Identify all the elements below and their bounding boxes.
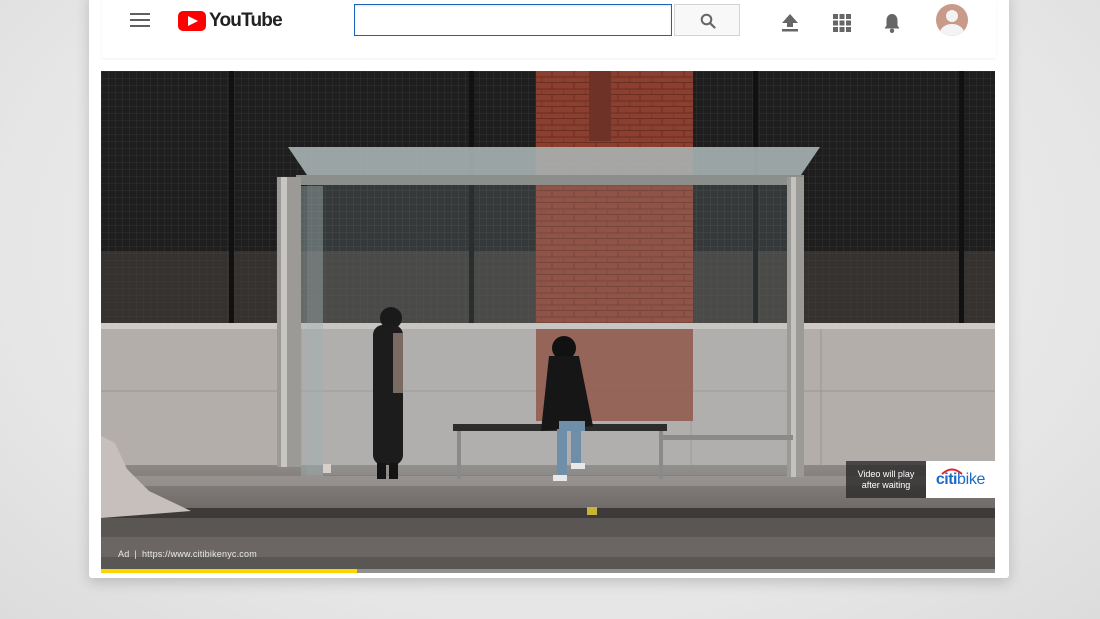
ad-progress-fill — [101, 569, 357, 573]
avatar[interactable] — [936, 4, 968, 36]
youtube-play-icon — [178, 11, 206, 31]
citi-arc-icon — [941, 468, 963, 475]
youtube-logo[interactable]: YouTube — [178, 9, 283, 33]
search-icon — [700, 13, 716, 29]
countdown-line2: after waiting — [861, 479, 911, 490]
search-button[interactable] — [674, 4, 740, 36]
youtube-header: YouTube — [102, 0, 996, 58]
notifications-icon[interactable] — [881, 12, 903, 34]
ad-progress-bar[interactable] — [101, 569, 995, 573]
ad-info: Ad | https://www.citibikenyc.com — [118, 549, 257, 559]
logo-text: YouTube — [209, 10, 283, 31]
video-player[interactable]: Ad | https://www.citibikenyc.com Video wil… — [101, 71, 995, 573]
sponsor-thumbnail[interactable]: citi bike — [926, 461, 995, 498]
ad-url-link[interactable]: https://www.citibikenyc.com — [142, 549, 257, 559]
ad-countdown-box: Video will play after waiting — [846, 461, 926, 498]
menu-icon[interactable] — [130, 13, 152, 31]
upload-icon[interactable] — [779, 12, 801, 34]
ad-label: Ad — [118, 549, 130, 559]
apps-icon[interactable] — [831, 12, 853, 34]
ad-separator: | — [134, 549, 137, 559]
countdown-line1: Video will play — [857, 468, 915, 479]
search-input[interactable] — [354, 4, 672, 36]
browser-window: YouTube Ad | https://www.citibikenyc.com… — [89, 0, 1009, 578]
